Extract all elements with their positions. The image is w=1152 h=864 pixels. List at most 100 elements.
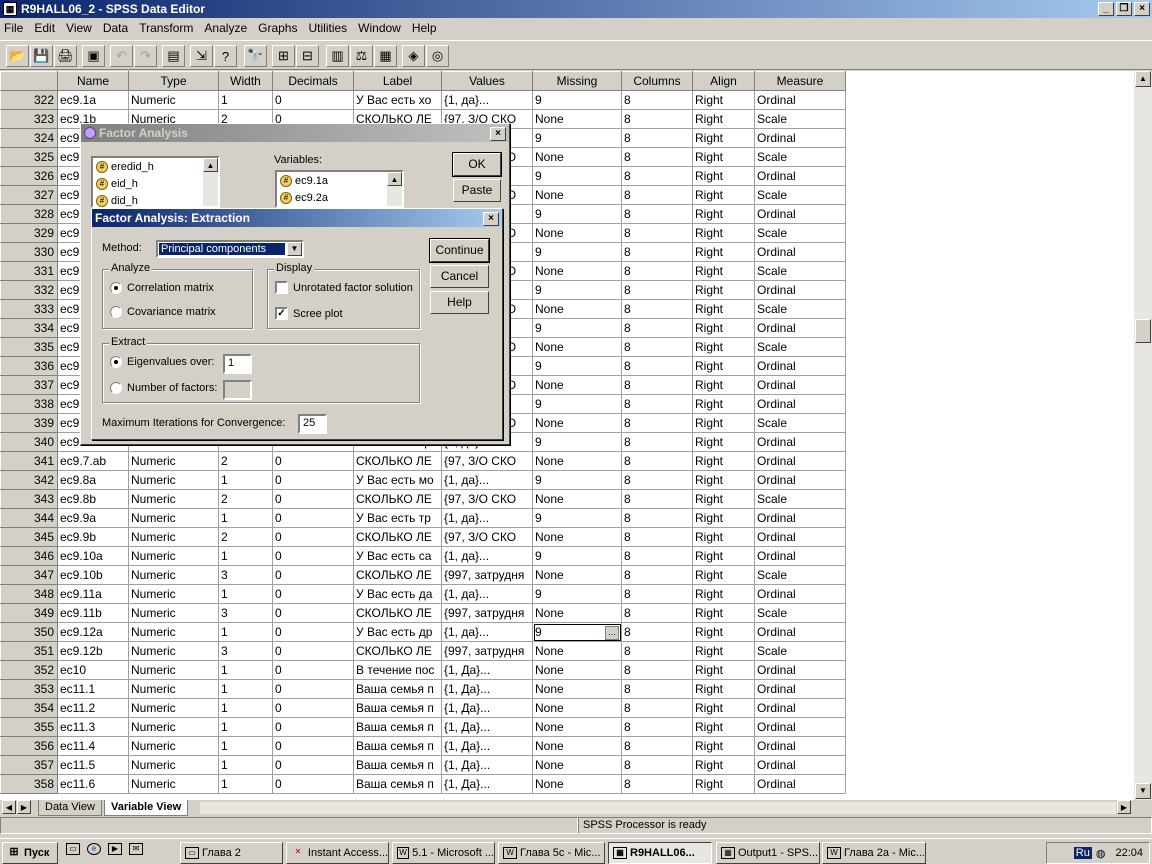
outlook-icon[interactable]: ✉ — [129, 843, 143, 855]
menu-transform[interactable]: Transform — [139, 21, 193, 35]
cell-type[interactable]: Numeric — [128, 755, 219, 775]
cell-columns[interactable]: 8 — [621, 660, 693, 680]
cell-columns[interactable]: 8 — [621, 432, 693, 452]
taskbar-item[interactable]: W Глава 5с - Mic... — [498, 842, 605, 864]
taskbar-item[interactable]: ▭ Глава 2 — [180, 842, 283, 864]
row-number[interactable]: 337 — [0, 375, 58, 395]
cell-name[interactable]: ec11.6 — [57, 774, 129, 794]
column-header-type[interactable]: Type — [128, 71, 219, 91]
cell-values[interactable]: {1, Да}... — [441, 736, 533, 756]
variables-icon[interactable]: ? — [214, 45, 237, 67]
menu-file[interactable]: File — [4, 21, 23, 35]
cell-name[interactable]: ec11.4 — [57, 736, 129, 756]
close-button[interactable]: × — [1134, 2, 1150, 16]
cell-decimals[interactable]: 0 — [272, 736, 354, 756]
cell-columns[interactable]: 8 — [621, 223, 693, 243]
cell-values[interactable]: {1, да}... — [441, 90, 533, 110]
cell-measure[interactable]: Ordinal — [754, 679, 846, 699]
row-number[interactable]: 325 — [0, 147, 58, 167]
cell-missing[interactable]: None — [532, 565, 622, 585]
cell-decimals[interactable]: 0 — [272, 584, 354, 604]
factor-dialog-title-bar[interactable]: Factor Analysis — [81, 124, 509, 142]
row-number[interactable]: 326 — [0, 166, 58, 186]
cell-missing[interactable]: 9 — [532, 128, 622, 148]
cell-width[interactable]: 1 — [218, 698, 273, 718]
cell-measure[interactable]: Ordinal — [754, 204, 846, 224]
correlation-matrix-radio[interactable]: Correlation matrix — [110, 282, 214, 294]
cell-align[interactable]: Right — [692, 90, 755, 110]
cell-width[interactable]: 2 — [218, 527, 273, 547]
ok-button[interactable]: OK — [452, 152, 502, 177]
cell-align[interactable]: Right — [692, 584, 755, 604]
cell-missing[interactable]: 9 — [532, 318, 622, 338]
row-number[interactable]: 358 — [0, 774, 58, 794]
row-number[interactable]: 343 — [0, 489, 58, 509]
cell-values[interactable]: {1, да}... — [441, 584, 533, 604]
cell-measure[interactable]: Ordinal — [754, 755, 846, 775]
cell-align[interactable]: Right — [692, 755, 755, 775]
cell-missing[interactable]: 9... — [532, 622, 622, 642]
cell-width[interactable]: 1 — [218, 546, 273, 566]
weight-cases-icon[interactable]: ⚖ — [350, 45, 373, 67]
cell-type[interactable]: Numeric — [128, 717, 219, 737]
cell-label[interactable]: СКОЛЬКО ЛЕ — [353, 565, 442, 585]
save-icon[interactable]: 💾 — [30, 45, 53, 67]
menu-edit[interactable]: Edit — [34, 21, 55, 35]
cell-columns[interactable]: 8 — [621, 394, 693, 414]
cell-measure[interactable]: Ordinal — [754, 90, 846, 110]
cell-values[interactable]: {97, З/О СКО — [441, 451, 533, 471]
minimize-button[interactable]: _ — [1098, 2, 1114, 16]
cell-width[interactable]: 1 — [218, 90, 273, 110]
cell-values[interactable]: {1, да}... — [441, 546, 533, 566]
cell-align[interactable]: Right — [692, 736, 755, 756]
list-scrollbar[interactable]: ▲ — [387, 172, 402, 206]
cell-columns[interactable]: 8 — [621, 755, 693, 775]
cell-decimals[interactable]: 0 — [272, 546, 354, 566]
cell-type[interactable]: Numeric — [128, 470, 219, 490]
cell-align[interactable]: Right — [692, 318, 755, 338]
start-button[interactable]: ⊞ Пуск — [2, 842, 58, 864]
tab-variable-view[interactable]: Variable View — [104, 800, 189, 816]
value-labels-icon[interactable]: ◈ — [402, 45, 425, 67]
cell-columns[interactable]: 8 — [621, 451, 693, 471]
cell-missing[interactable]: None — [532, 185, 622, 205]
cell-missing[interactable]: None — [532, 147, 622, 167]
cell-align[interactable]: Right — [692, 774, 755, 794]
cell-align[interactable]: Right — [692, 660, 755, 680]
row-number[interactable]: 331 — [0, 261, 58, 281]
cell-missing[interactable]: None — [532, 527, 622, 547]
cell-missing[interactable]: None — [532, 261, 622, 281]
cell-missing[interactable]: 9 — [532, 546, 622, 566]
insert-case-icon[interactable]: ⊞ — [272, 45, 295, 67]
cell-type[interactable]: Numeric — [128, 565, 219, 585]
browser-icon[interactable]: e — [87, 843, 101, 855]
cell-columns[interactable]: 8 — [621, 261, 693, 281]
column-header-decimals[interactable]: Decimals — [272, 71, 354, 91]
cell-decimals[interactable]: 0 — [272, 470, 354, 490]
cell-columns[interactable]: 8 — [621, 242, 693, 262]
chevron-down-icon[interactable]: ▼ — [287, 242, 302, 256]
cell-width[interactable]: 1 — [218, 679, 273, 699]
goto-chart-icon[interactable]: ▤ — [162, 45, 185, 67]
cell-values[interactable]: {1, Да}... — [441, 755, 533, 775]
cell-columns[interactable]: 8 — [621, 736, 693, 756]
row-number[interactable]: 339 — [0, 413, 58, 433]
cell-measure[interactable]: Ordinal — [754, 470, 846, 490]
cell-decimals[interactable]: 0 — [272, 565, 354, 585]
eigenvalues-radio[interactable]: Eigenvalues over: — [110, 356, 214, 368]
cancel-button[interactable]: Cancel — [430, 265, 489, 288]
cell-columns[interactable]: 8 — [621, 337, 693, 357]
eigenvalues-input[interactable]: 1 — [223, 354, 252, 374]
cell-align[interactable]: Right — [692, 698, 755, 718]
cell-measure[interactable]: Ordinal — [754, 166, 846, 186]
cell-align[interactable]: Right — [692, 470, 755, 490]
cell-label[interactable]: У Вас есть тр — [353, 508, 442, 528]
row-number[interactable]: 349 — [0, 603, 58, 623]
cell-columns[interactable]: 8 — [621, 508, 693, 528]
vertical-scrollbar[interactable]: ▲ ▼ — [1134, 71, 1152, 800]
cell-name[interactable]: ec9.10a — [57, 546, 129, 566]
cell-columns[interactable]: 8 — [621, 90, 693, 110]
cell-align[interactable]: Right — [692, 489, 755, 509]
restore-button[interactable]: ❐ — [1116, 2, 1132, 16]
scroll-up-icon[interactable]: ▲ — [387, 172, 402, 186]
